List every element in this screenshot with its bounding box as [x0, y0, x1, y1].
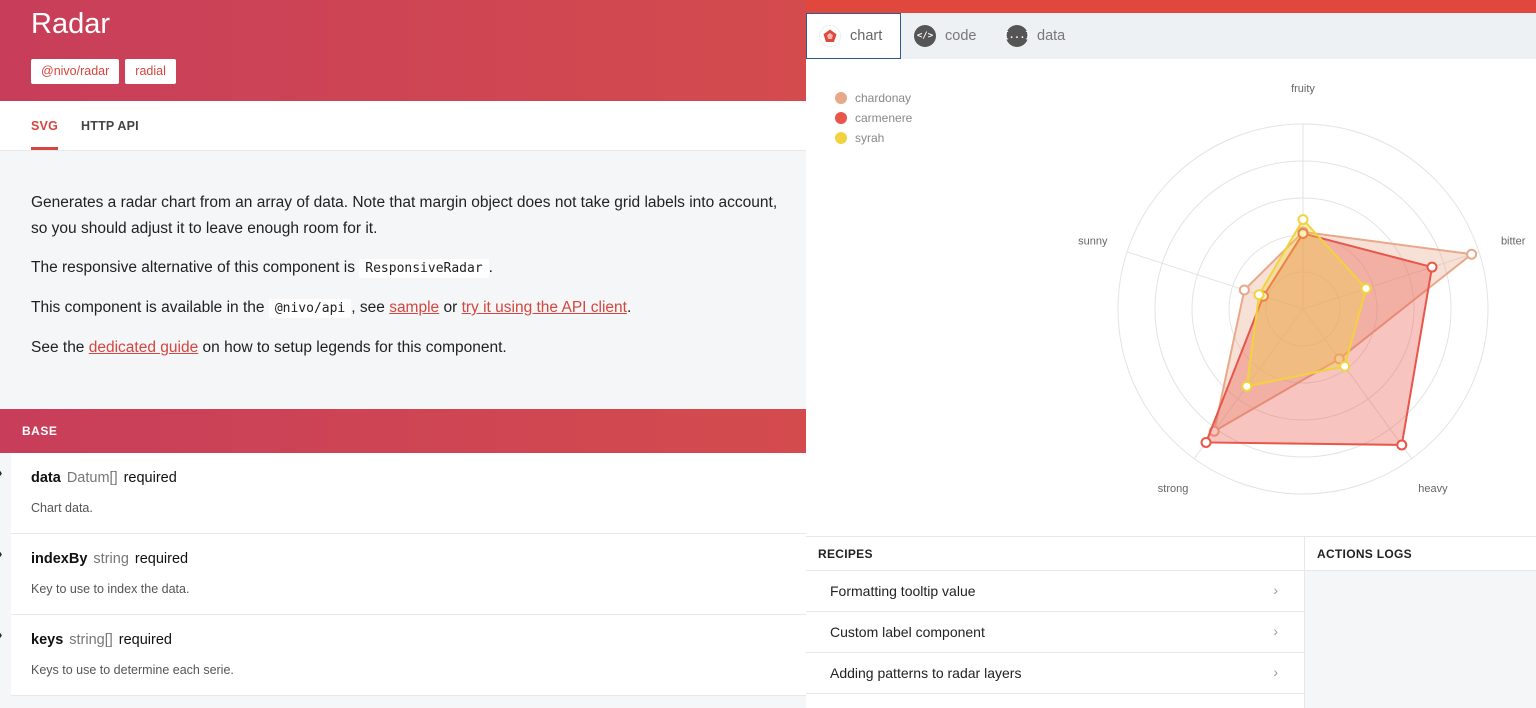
chevron-right-icon: ›: [1273, 582, 1278, 598]
recipe-item[interactable]: Custom label component ›: [806, 612, 1304, 653]
tab-svg[interactable]: SVG: [31, 119, 58, 133]
code-snippet: ResponsiveRadar: [359, 259, 489, 278]
page-title: Radar: [31, 8, 110, 40]
prop-description: Chart data.: [31, 501, 93, 515]
radar-point: [1360, 283, 1372, 295]
recipe-item[interactable]: Adding patterns to radar layers ›: [806, 653, 1304, 694]
chevron-right-icon: ›: [1273, 623, 1278, 639]
right-panel: chart </> code {...} data fruity bitter he…: [806, 0, 1536, 708]
tab-label: data: [1037, 28, 1066, 44]
code-icon: </>: [914, 25, 936, 47]
chevron-right-icon: ›: [0, 546, 2, 561]
tag-package[interactable]: @nivo/radar: [31, 59, 120, 84]
radar-axis-label: sunny: [1078, 236, 1108, 248]
section-header-base: BASE: [0, 409, 806, 453]
radar-axis-label: heavy: [1418, 483, 1448, 495]
top-accent-stripe: [806, 0, 1536, 13]
legend-label: chardonay: [855, 91, 911, 105]
bottom-panels: RECIPES Formatting tooltip value › Custom…: [806, 536, 1536, 708]
prop-description: Key to use to index the data.: [31, 582, 190, 596]
prop-type: string: [93, 551, 129, 567]
guide-link[interactable]: dedicated guide: [89, 339, 198, 356]
page-header: Radar @nivo/radar radial: [0, 0, 806, 101]
description-paragraph: Generates a radar chart from an array of…: [31, 194, 778, 237]
tab-chart[interactable]: chart: [806, 13, 901, 59]
radar-point: [1339, 360, 1351, 372]
prop-name: indexBy: [31, 551, 88, 567]
left-panel: Radar @nivo/radar radial SVG HTTP API Ge…: [0, 0, 806, 708]
sample-link[interactable]: sample: [389, 299, 439, 316]
radar-point: [1253, 289, 1265, 301]
legend-symbol: [835, 92, 847, 104]
description-paragraph: The responsive alternative of this compo…: [31, 259, 493, 278]
chart-preview: fruity bitter heavy strong sunny chardonay car…: [806, 59, 1536, 536]
flavor-tabs: SVG HTTP API: [0, 101, 806, 151]
prop-row[interactable]: › indexBy string required Key to use to in…: [0, 534, 806, 615]
radar-axis-label: strong: [1158, 483, 1189, 495]
chevron-right-icon: ›: [1273, 664, 1278, 680]
recipes-title: RECIPES: [806, 537, 1304, 571]
tab-code[interactable]: </> code: [902, 13, 988, 59]
radar-point: [1466, 248, 1478, 260]
section-title: BASE: [22, 424, 58, 438]
tab-data[interactable]: {...} data: [994, 13, 1077, 59]
prop-name: keys: [31, 632, 64, 648]
recipe-item[interactable]: Formatting tooltip value ›: [806, 571, 1304, 612]
radar-point: [1426, 261, 1438, 273]
legend-label: syrah: [855, 131, 884, 145]
actions-logs-title: ACTIONS LOGS: [1305, 537, 1536, 571]
tag-category[interactable]: radial: [125, 59, 176, 84]
legend-symbol: [835, 112, 847, 124]
chevron-right-icon: ›: [0, 465, 2, 480]
radar-chart: fruity bitter heavy strong sunny chardonay car…: [835, 83, 1526, 495]
api-client-link[interactable]: try it using the API client: [462, 299, 627, 316]
prop-description: Keys to use to determine each serie.: [31, 663, 234, 677]
legend-label: carmenere: [855, 111, 913, 125]
tag-list: @nivo/radar radial: [31, 59, 176, 84]
radar-point: [1241, 380, 1253, 392]
chevron-right-icon: ›: [0, 627, 2, 642]
data-icon: {...}: [1003, 25, 1031, 47]
code-snippet: @nivo/api: [268, 299, 352, 318]
radar-point: [1200, 436, 1212, 448]
radar-point: [1297, 214, 1309, 226]
description-paragraph: This component is available in the @nivo…: [31, 299, 632, 318]
prop-name: data: [31, 470, 61, 486]
prop-row[interactable]: › keys string[] required Keys to use to de…: [0, 615, 806, 696]
active-tab-indicator: [31, 147, 58, 150]
props-list: › data Datum[] required Chart data. › inde…: [0, 453, 806, 696]
radar-point: [1238, 284, 1250, 296]
prop-type: string[]: [69, 632, 113, 648]
prop-type: Datum[]: [66, 470, 118, 486]
radar-axis-label: fruity: [1291, 83, 1315, 95]
radar-chart-icon: [819, 25, 841, 47]
tab-http-api[interactable]: HTTP API: [81, 119, 139, 133]
prop-required: required: [118, 632, 172, 648]
description-paragraph: See the dedicated guide on how to setup …: [31, 339, 507, 356]
recipes-panel: RECIPES Formatting tooltip value › Custom…: [806, 536, 1304, 708]
preview-tabs: chart </> code {...} data: [806, 13, 1536, 59]
prop-required: required: [123, 470, 177, 486]
prop-row[interactable]: › data Datum[] required Chart data.: [0, 453, 806, 534]
actions-logs-panel: ACTIONS LOGS: [1304, 536, 1536, 708]
tab-label: chart: [850, 28, 883, 44]
radar-point: [1396, 439, 1408, 451]
component-description: Generates a radar chart from an array of…: [31, 190, 781, 374]
radar-axis-label: bitter: [1501, 236, 1526, 248]
prop-required: required: [134, 551, 189, 567]
tab-label: code: [945, 28, 977, 44]
legend-symbol: [835, 132, 847, 144]
